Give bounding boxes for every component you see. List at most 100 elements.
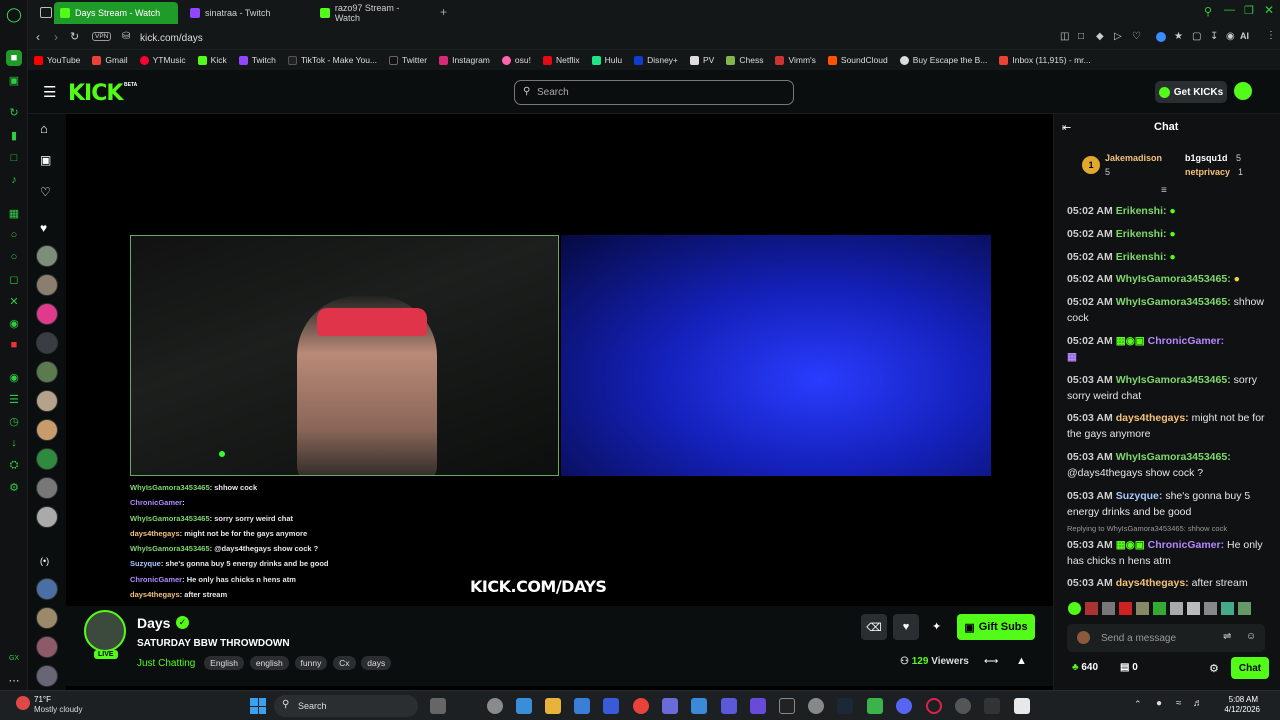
snapshot-icon[interactable]: ◫ <box>1060 31 1069 42</box>
x-icon[interactable]: ✕ <box>6 293 22 309</box>
bookmark-hulu[interactable]: Hulu <box>591 55 622 65</box>
recommended-channel-avatar[interactable] <box>36 578 58 600</box>
channel-name[interactable]: Days <box>137 615 170 631</box>
chat-input[interactable]: Send a message ⇌ ☺ <box>1067 624 1265 652</box>
filter-icon[interactable]: ≡ <box>1161 185 1167 196</box>
gamepad-app-icon[interactable] <box>662 698 678 714</box>
tag[interactable]: days <box>361 656 392 670</box>
bookmark-vimms[interactable]: Vimm's <box>775 55 816 65</box>
bookmark-gmail[interactable]: Gmail <box>92 55 128 65</box>
gamepad-icon[interactable]: ▣ <box>6 72 22 88</box>
notepad-icon[interactable] <box>574 698 590 714</box>
whatsapp-icon[interactable]: ○ <box>6 249 22 265</box>
steam-icon[interactable] <box>837 698 853 714</box>
video-player[interactable]: WhyIsGamora3453465: shhow cock ChronicGa… <box>66 114 1053 690</box>
shield-icon[interactable]: ◆ <box>1096 31 1104 42</box>
tag[interactable]: english <box>249 656 289 670</box>
browse-icon[interactable]: ▣ <box>40 153 51 167</box>
bookmark-disney[interactable]: Disney+ <box>634 55 678 65</box>
collapse-chat-icon[interactable]: ⇤ <box>1062 121 1071 134</box>
circle-icon[interactable]: ◉ <box>6 369 22 385</box>
tab-razo97[interactable]: razo97 Stream - Watch <box>314 2 432 24</box>
opera-logo-icon[interactable]: ◯ <box>6 6 22 22</box>
camera-icon[interactable]: ◉ <box>1226 31 1235 42</box>
recommended-channel-avatar[interactable] <box>36 636 58 658</box>
gx-icon[interactable]: GX <box>6 650 22 666</box>
tag[interactable]: English <box>204 656 245 670</box>
file-explorer-icon[interactable] <box>545 698 561 714</box>
heart-icon[interactable]: ♡ <box>1132 31 1141 42</box>
bookmark-instagram[interactable]: Instagram <box>439 55 490 65</box>
wifi-icon[interactable]: ≈ <box>1176 698 1182 709</box>
app-icon[interactable] <box>721 698 737 714</box>
home-icon[interactable]: ⌂ <box>40 121 48 136</box>
search-input[interactable]: ⚲ Search <box>514 80 794 105</box>
red-app-icon[interactable]: ■ <box>6 337 22 353</box>
followed-channel-avatar[interactable] <box>36 477 58 499</box>
new-tab-icon[interactable]: + <box>440 5 447 19</box>
emote-icon[interactable] <box>1085 602 1098 615</box>
follow-button[interactable]: ♥ <box>893 614 919 640</box>
tag[interactable]: Cx <box>333 656 356 670</box>
recommended-channel-avatar[interactable] <box>36 665 58 687</box>
emote-icon[interactable] <box>1153 602 1166 615</box>
emote-icon[interactable] <box>1187 602 1200 615</box>
bookmark-pv[interactable]: PV <box>690 55 714 65</box>
windows-start-icon[interactable] <box>250 698 266 714</box>
emote-icon[interactable] <box>1136 602 1149 615</box>
app-icon[interactable] <box>984 698 1000 714</box>
twitch-icon[interactable]: □ <box>6 150 22 166</box>
clock-date[interactable]: 4/12/2026 <box>1214 705 1260 714</box>
crop-icon[interactable]: □ <box>1078 31 1084 42</box>
followed-channel-avatar[interactable] <box>36 245 58 267</box>
bookmark-chess[interactable]: Chess <box>726 55 763 65</box>
weather-desc[interactable]: Mostly cloudy <box>34 705 82 714</box>
share-icon[interactable]: ⟷ <box>984 656 998 667</box>
music-icon[interactable]: ♪ <box>6 172 22 188</box>
search-tabs-icon[interactable]: ⚲ <box>1204 5 1212 18</box>
bag-icon[interactable]: ▮ <box>6 127 22 143</box>
app-icon[interactable] <box>603 698 619 714</box>
app-icon[interactable] <box>955 698 971 714</box>
bookmark-twitter[interactable]: Twitter <box>389 55 427 65</box>
tray-expand-icon[interactable]: ⌃ <box>1134 699 1142 710</box>
settings-app-icon[interactable] <box>487 698 503 714</box>
url-field[interactable]: kick.com/days <box>140 29 1060 47</box>
emote-icon[interactable] <box>1221 602 1234 615</box>
followed-channel-avatar[interactable] <box>36 332 58 354</box>
notifications-off-button[interactable]: ⌫ <box>861 614 887 640</box>
bookmark-youtube[interactable]: YouTube <box>34 55 80 65</box>
report-icon[interactable]: ▲ <box>1016 655 1027 667</box>
emote-icon[interactable] <box>1068 602 1081 615</box>
more-icon[interactable]: ⋯ <box>6 672 22 688</box>
workspace-icon[interactable]: ■ <box>6 50 22 66</box>
following-icon[interactable]: ♡ <box>40 185 51 199</box>
forward-icon[interactable]: › <box>54 30 58 44</box>
bookmark-twitch[interactable]: Twitch <box>238 55 276 65</box>
minimize-icon[interactable]: — <box>1224 4 1235 16</box>
category-link[interactable]: Just Chatting <box>137 658 195 669</box>
list-icon[interactable]: ☰ <box>6 391 22 407</box>
recommended-channel-avatar[interactable] <box>36 607 58 629</box>
gift-subs-button[interactable]: ▣ Gift Subs <box>957 614 1035 640</box>
puzzle-icon[interactable]: ★ <box>1174 31 1183 42</box>
grid-icon[interactable]: ▦ <box>6 205 22 221</box>
tab-menu-icon[interactable] <box>40 7 52 18</box>
discord-icon[interactable] <box>896 698 912 714</box>
extensions-icon[interactable]: ⛭ <box>6 457 22 473</box>
opera-gx-icon[interactable] <box>926 698 942 714</box>
leaderboard-name[interactable]: netprivacy <box>1185 167 1230 177</box>
clock-time[interactable]: 5:08 AM <box>1222 695 1258 704</box>
app-icon[interactable] <box>779 698 795 714</box>
task-view-icon[interactable] <box>430 698 446 714</box>
bookmark-kick[interactable]: Kick <box>197 55 227 65</box>
wallet-icon[interactable]: ▢ <box>1192 31 1201 42</box>
chat-send-button[interactable]: Chat <box>1231 657 1269 679</box>
channel-avatar[interactable] <box>84 610 126 652</box>
taskbar-search[interactable]: ⚲ Search <box>274 695 418 717</box>
history-icon[interactable]: ◷ <box>6 413 22 429</box>
ai-button[interactable]: AI <box>1240 31 1249 41</box>
photos-app-icon[interactable] <box>516 698 532 714</box>
download-icon[interactable]: ↧ <box>1210 31 1218 42</box>
back-icon[interactable]: ‹ <box>36 30 40 44</box>
